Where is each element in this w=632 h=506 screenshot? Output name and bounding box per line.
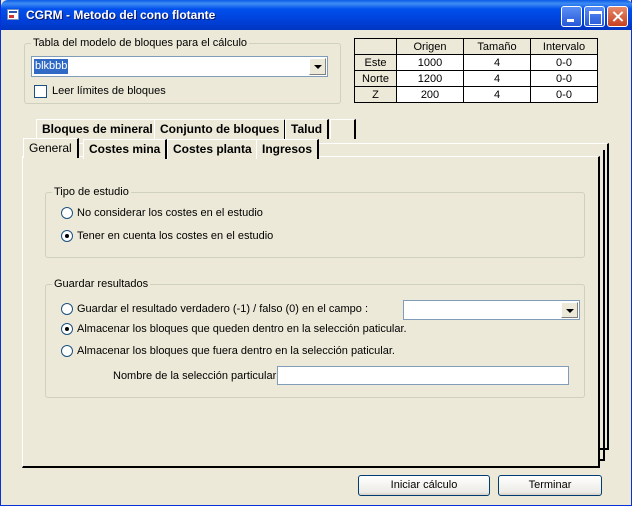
study-type-group: Tipo de estudio (45, 186, 585, 258)
tab-bloques-de-mineral[interactable]: Bloques de mineral (36, 119, 160, 139)
grid-row: Z 200 4 0-0 (354, 86, 598, 103)
grid-cell[interactable]: 4 (463, 86, 531, 103)
tab-blank[interactable] (330, 119, 356, 139)
selection-name-input[interactable] (277, 366, 569, 385)
chevron-down-icon[interactable] (309, 58, 326, 75)
study-type-legend: Tipo de estudio (54, 186, 129, 198)
tab-costes-planta[interactable]: Costes planta (167, 139, 259, 159)
grid-row-label: Este (354, 54, 397, 71)
radio-save-inside[interactable] (61, 323, 73, 335)
save-option-inside-selection[interactable]: Almacenar los bloques que queden dentro … (61, 323, 407, 337)
radio-label: Tener en cuenta los costes en el estudio (77, 230, 274, 242)
radio-label: Almacenar los bloques que fuera dentro e… (77, 345, 395, 357)
study-option-no-costs[interactable]: No considerar los costes en el estudio (61, 207, 361, 221)
radio-no-costs[interactable] (61, 207, 73, 219)
grid-header-origen: Origen (396, 38, 464, 55)
tab-talud[interactable]: Talud (285, 119, 330, 139)
finish-button[interactable]: Terminar (498, 475, 602, 496)
grid-cell[interactable]: 200 (396, 86, 464, 103)
grid-cell[interactable]: 0-0 (530, 70, 598, 87)
radio-save-outside[interactable] (61, 345, 73, 357)
save-option-outside-selection[interactable]: Almacenar los bloques que fuera dentro e… (61, 345, 401, 359)
save-results-legend: Guardar resultados (54, 278, 149, 290)
main-window: CGRM - Metodo del cono flotante Tabla de… (0, 0, 632, 506)
start-calculation-button[interactable]: Iniciar cálculo (358, 475, 490, 496)
grid-row: Norte 1200 4 0-0 (354, 70, 598, 87)
target-field-select[interactable] (403, 300, 580, 320)
chevron-down-icon[interactable] (561, 302, 578, 318)
radio-label: No considerar los costes en el estudio (77, 207, 263, 219)
grid-header-tamano: Tamaño (463, 38, 531, 55)
grid-cell[interactable]: 0-0 (530, 86, 598, 103)
grid-header-intervalo: Intervalo (530, 38, 598, 55)
radio-label: Almacenar los bloques que queden dentro … (77, 323, 407, 335)
radio-with-costs[interactable] (61, 230, 73, 242)
tab-ingresos[interactable]: Ingresos (256, 139, 320, 159)
radio-save-boolean[interactable] (61, 303, 73, 315)
minimize-button[interactable] (561, 6, 582, 27)
model-table-select[interactable]: blkbbb (31, 56, 328, 77)
grid-cell[interactable]: 0-0 (530, 54, 598, 71)
title-bar[interactable]: CGRM - Metodo del cono flotante (1, 0, 632, 30)
target-field-value (406, 303, 408, 318)
grid-cell[interactable]: 4 (463, 70, 531, 87)
maximize-button[interactable] (584, 6, 605, 27)
grid-row-label: Z (354, 86, 397, 103)
app-icon[interactable] (7, 9, 19, 20)
grid-row: Este 1000 4 0-0 (354, 54, 598, 71)
study-option-with-costs[interactable]: Tener en cuenta los costes en el estudio (61, 230, 361, 244)
read-limits-checkbox-row[interactable]: Leer límites de bloques (34, 85, 234, 99)
tab-general[interactable]: General (23, 138, 79, 158)
save-option-boolean-field[interactable]: Guardar el resultado verdadero (-1) / fa… (61, 303, 391, 317)
close-button[interactable] (607, 6, 628, 27)
window-title: CGRM - Metodo del cono flotante (26, 8, 216, 22)
block-extents-grid: Origen Tamaño Intervalo Este 1000 4 0-0 … (354, 38, 598, 103)
model-table-legend: Tabla del modelo de bloques para el cálc… (33, 37, 248, 49)
tab-conjunto-de-bloques[interactable]: Conjunto de bloques (154, 119, 287, 139)
read-limits-checkbox[interactable] (34, 85, 47, 98)
radio-label: Guardar el resultado verdadero (-1) / fa… (77, 303, 369, 315)
grid-cell[interactable]: 4 (463, 54, 531, 71)
read-limits-label: Leer límites de bloques (52, 85, 166, 97)
grid-cell[interactable]: 1000 (396, 54, 464, 71)
grid-header-row: Origen Tamaño Intervalo (354, 38, 598, 55)
grid-corner (354, 38, 397, 55)
selection-name-label: Nombre de la selección particular : (113, 370, 283, 382)
model-table-value: blkbbb (34, 59, 69, 74)
grid-row-label: Norte (354, 70, 397, 87)
tab-costes-mina[interactable]: Costes mina (83, 139, 168, 159)
grid-cell[interactable]: 1200 (396, 70, 464, 87)
